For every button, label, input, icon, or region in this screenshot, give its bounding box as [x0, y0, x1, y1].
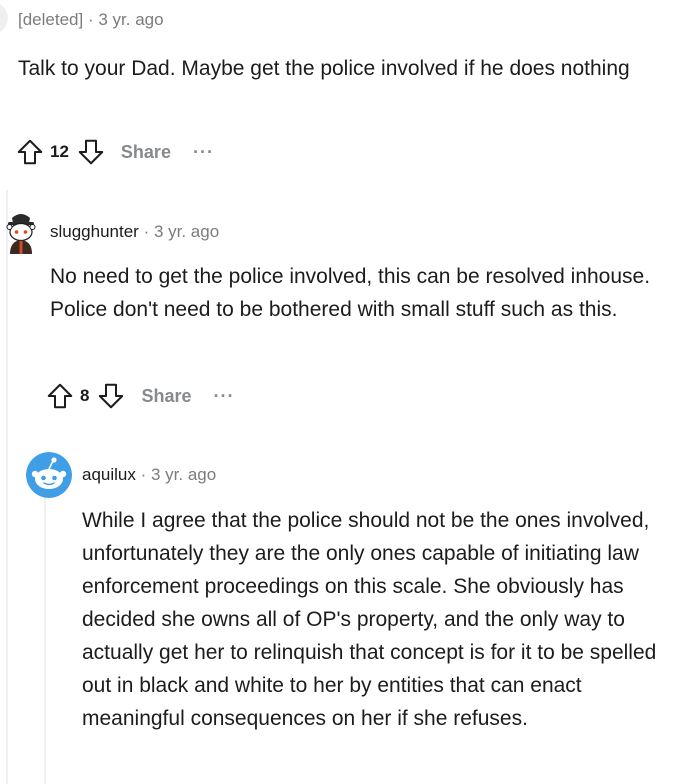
snoo-avatar-icon — [26, 452, 72, 498]
comment-time[interactable]: 3 yr. ago — [98, 10, 163, 29]
snoo-avatar-icon — [6, 214, 36, 254]
downvote-button[interactable] — [95, 380, 127, 412]
downvote-button[interactable] — [75, 136, 107, 168]
downvote-icon — [78, 139, 104, 165]
comment-meta: slugghunter · 3 yr. ago — [50, 222, 219, 242]
upvote-button[interactable] — [44, 380, 76, 412]
more-icon[interactable]: ··· — [214, 387, 235, 405]
upvote-icon — [17, 139, 43, 165]
comment-author[interactable]: slugghunter — [50, 222, 139, 241]
meta-separator: · — [135, 465, 151, 484]
avatar-slugghunter[interactable] — [2, 210, 40, 254]
comment-body: Talk to your Dad. Maybe get the police i… — [18, 57, 630, 80]
vote-count: 8 — [80, 386, 90, 405]
vote-count: 12 — [50, 142, 69, 161]
comment-actions: 8 Share ··· — [44, 378, 234, 414]
downvote-icon — [99, 383, 124, 409]
comment-meta: [deleted] · 3 yr. ago — [18, 10, 164, 30]
comment-meta: aquilux · 3 yr. ago — [82, 465, 216, 485]
share-button[interactable]: Share — [121, 142, 171, 163]
comment-time[interactable]: 3 yr. ago — [154, 222, 219, 241]
comment-author[interactable]: aquilux — [82, 465, 136, 484]
comment-body: No need to get the police involved, this… — [50, 265, 651, 321]
upvote-button[interactable] — [14, 136, 46, 168]
comment-time[interactable]: 3 yr. ago — [151, 465, 216, 484]
thread-line-level-2[interactable] — [44, 460, 46, 784]
thread-line-level-1[interactable] — [6, 190, 8, 784]
avatar-aquilux[interactable] — [26, 452, 72, 498]
comment-body: While I agree that the police should not… — [82, 509, 657, 730]
meta-separator: · — [83, 10, 99, 29]
share-button[interactable]: Share — [141, 386, 191, 407]
avatar-deleted — [0, 2, 8, 34]
comment-actions: 12 Share ··· — [14, 134, 214, 170]
upvote-icon — [47, 383, 73, 409]
meta-separator: · — [138, 222, 154, 241]
comment-author: [deleted] — [18, 10, 84, 29]
more-icon[interactable]: ··· — [193, 143, 214, 161]
